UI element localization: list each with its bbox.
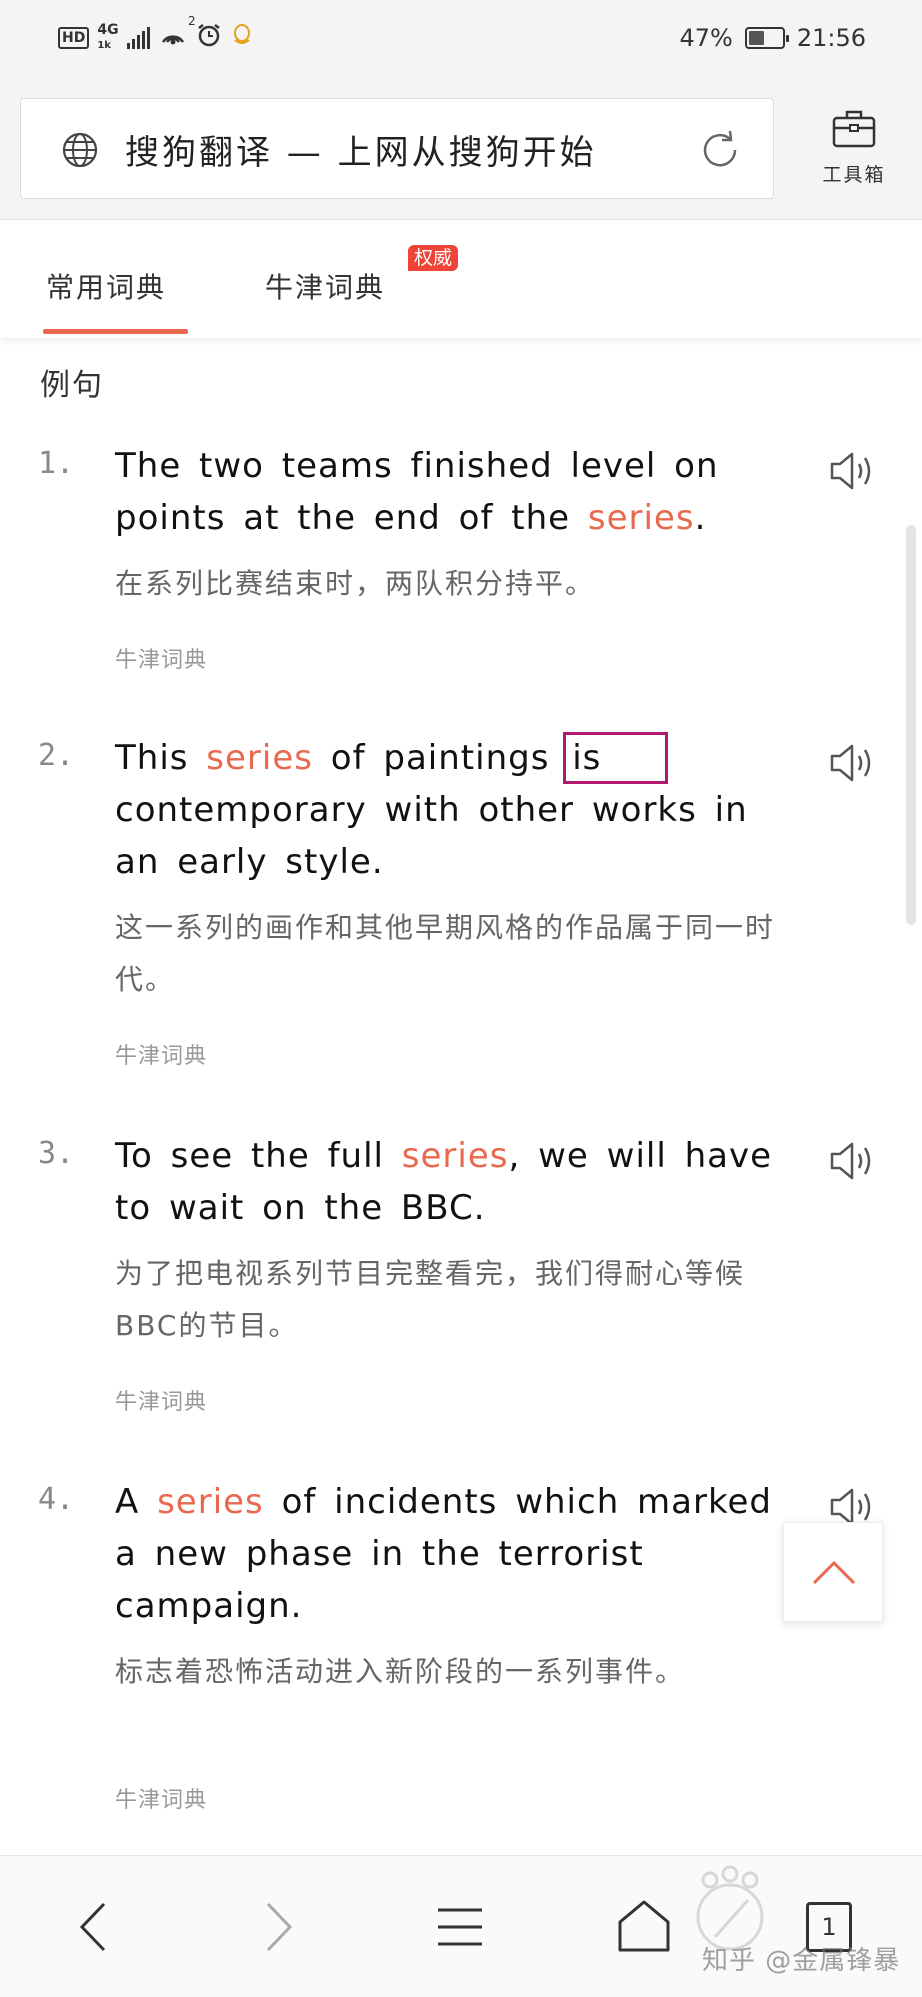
speaker-icon[interactable] [828,448,880,498]
scroll-to-top-button[interactable] [783,1522,883,1622]
status-bar: HD 4G 1k 2 47% 21:56 [0,0,922,78]
chevron-up-icon [812,1560,856,1585]
alarm-icon [196,22,222,53]
example-number: 2. [38,738,75,773]
toolbox-button[interactable]: 工具箱 [804,108,904,187]
battery-icon [744,27,789,49]
example-source: 牛津词典 [115,648,208,673]
tab-oxford-dictionary[interactable]: 牛津词典 [265,266,385,306]
example-number: 4. [38,1482,75,1517]
example-sentence-en: To see the full series, we will have to … [115,1136,773,1228]
keyword-highlight[interactable]: series [402,1136,509,1176]
browser-header: 搜狗翻译 — 上网从搜狗开始 工具箱 [0,78,922,220]
address-bar[interactable]: 搜狗翻译 — 上网从搜狗开始 [20,98,774,199]
example-sentence-en: A series of incidents which marked a new… [115,1482,772,1626]
watermark-text: 知乎 @金属锋暴 [702,1946,901,1976]
menu-icon[interactable] [434,1896,486,1962]
status-right: 47% 21:56 [679,24,866,52]
home-icon[interactable] [614,1896,674,1962]
forward-icon[interactable] [256,1896,302,1962]
hotspot-icon: 2 [158,14,196,53]
toolbox-icon [831,110,877,154]
section-title: 例句 [40,368,104,403]
example-translation-zh: 为了把电视系列节目完整看完，我们得耐心等候BBC的节目。 [115,1257,746,1342]
toolbox-label: 工具箱 [822,164,886,186]
example-number: 3. [38,1136,75,1171]
active-tab-indicator [43,329,188,334]
keyword-highlight[interactable]: series [588,498,695,538]
network-type: 4G 1k [97,21,119,51]
page-title: 搜狗翻译 — 上网从搜狗开始 [125,133,597,173]
hd-indicator: HD [58,26,90,49]
clock: 21:56 [796,24,866,52]
dictionary-tabs: 常用词典 牛津词典 权威 [0,220,922,338]
status-left: HD 4G 1k 2 [58,14,254,53]
example-number: 1. [38,446,75,481]
signal-icon [126,26,150,49]
qq-icon [230,22,254,53]
back-icon[interactable] [70,1896,116,1962]
example-translation-zh: 在系列比赛结束时，两队积分持平。 [115,567,596,600]
example-translation-zh: 这一系列的画作和其他早期风格的作品属于同一时代。 [115,911,776,996]
speaker-icon[interactable] [828,1138,880,1188]
example-sentence-en: The two teams finished level on points a… [115,446,719,538]
authority-badge: 权威 [408,245,459,271]
example-source: 牛津词典 [115,1788,208,1813]
globe-icon [61,131,99,173]
keyword-highlight[interactable]: series [157,1482,264,1522]
reload-icon[interactable] [697,127,743,177]
example-translation-zh: 标志着恐怖活动进入新阶段的一系列事件。 [115,1655,686,1688]
example-source: 牛津词典 [115,1390,208,1415]
scrollbar[interactable] [906,525,916,925]
speaker-icon[interactable] [828,740,880,790]
tab-common-dictionary[interactable]: 常用词典 [46,266,166,306]
battery-percent: 47% [679,24,733,52]
example-sentence-en: This series of paintings is contemporary… [115,732,780,888]
keyword-highlight[interactable]: series [206,738,313,778]
example-source: 牛津词典 [115,1044,208,1069]
annotation-box: is [563,732,669,784]
